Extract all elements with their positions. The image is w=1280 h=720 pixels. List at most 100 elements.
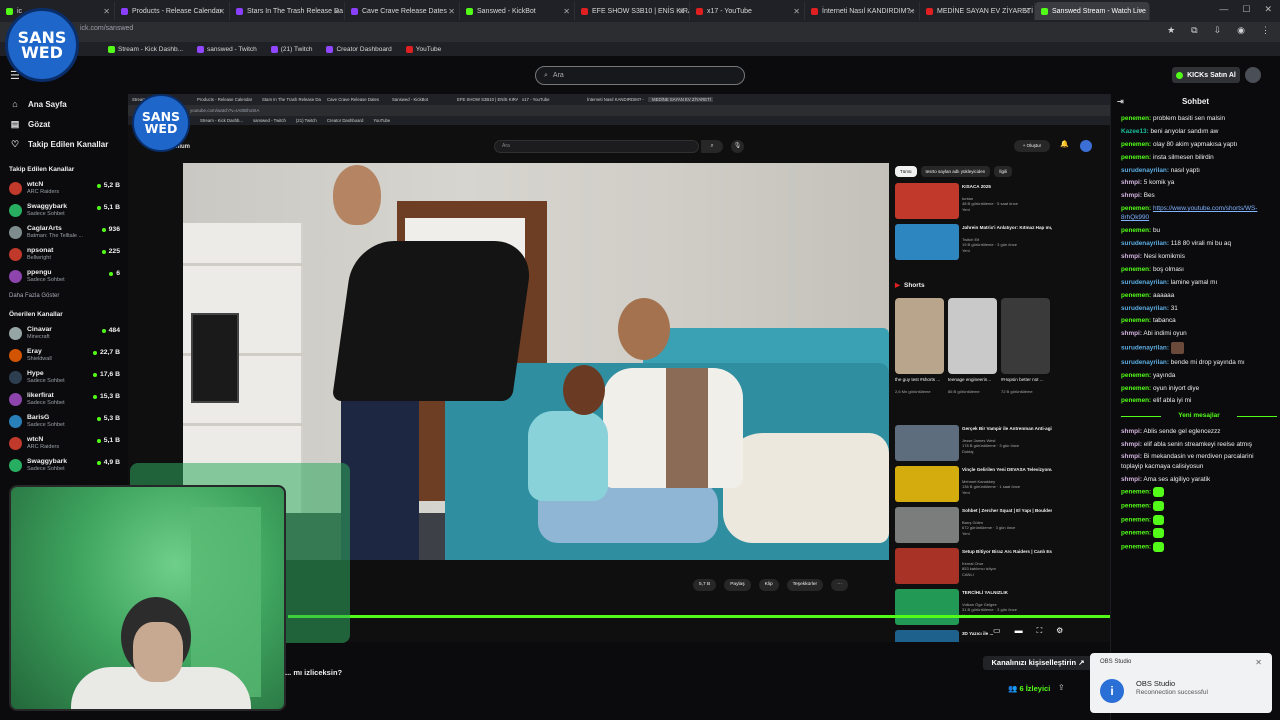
share-icon[interactable]: ⇪ bbox=[1058, 683, 1065, 692]
tab-close-icon[interactable]: ✕ bbox=[103, 7, 110, 16]
tab-close-icon[interactable]: ✕ bbox=[678, 7, 685, 16]
mini-player-icon[interactable]: ▭ bbox=[993, 626, 1001, 636]
star-icon[interactable]: ★ bbox=[1167, 25, 1175, 36]
chat-username[interactable]: penemen: bbox=[1121, 372, 1151, 379]
channel-text: Cinavar Minecraft bbox=[27, 326, 52, 340]
video-title: Setup Bitiyor Biraz Arc Raiders | Canlı … bbox=[962, 549, 1052, 554]
chat-username[interactable]: shmpi: bbox=[1121, 179, 1142, 186]
show-more-link[interactable]: Daha Fazla Göster bbox=[0, 287, 128, 305]
captured-bookmark: Creator Dashboard bbox=[326, 118, 364, 123]
chat-username[interactable]: surudenayrilan: bbox=[1121, 305, 1169, 312]
chat-username[interactable]: shmpi: bbox=[1121, 428, 1142, 435]
bookmark-item[interactable]: Creator Dashboard bbox=[326, 45, 392, 53]
channel-item[interactable]: Eray Shieldwall 22,7 B bbox=[0, 344, 128, 366]
chat-username[interactable]: surudenayrilan: bbox=[1121, 359, 1169, 366]
kicks-buy-button[interactable]: KICKs Satın Al bbox=[1172, 67, 1240, 83]
bookmark-item[interactable]: sanswed - Twitch bbox=[197, 45, 257, 53]
chat-username[interactable]: surudenayrilan: bbox=[1121, 240, 1169, 247]
chat-username[interactable]: shmpi: bbox=[1121, 253, 1142, 260]
bookmark-item[interactable]: YouTube bbox=[405, 45, 441, 53]
bookmark-item[interactable]: (21) Twitch bbox=[270, 45, 312, 53]
search-input[interactable]: ⌕ Ara bbox=[535, 66, 745, 85]
chat-username[interactable]: Kazee13: bbox=[1121, 128, 1149, 135]
menu-dots-icon[interactable]: ⋮ bbox=[1261, 25, 1270, 36]
video-thumbnail bbox=[895, 425, 959, 461]
tab-close-icon[interactable]: ✕ bbox=[1023, 7, 1030, 16]
chat-username[interactable]: surudenayrilan: bbox=[1121, 345, 1169, 352]
sidebar-item-home[interactable]: ⌂ Ana Sayfa bbox=[0, 94, 128, 114]
tab-close-icon[interactable]: ✕ bbox=[218, 7, 225, 16]
channel-item[interactable]: BarisG Sadece Sohbet 5,3 B bbox=[0, 410, 128, 432]
chat-username[interactable]: penemen: bbox=[1121, 292, 1151, 299]
browser-tab[interactable]: Sanswed Stream - Watch Live ✕ bbox=[1035, 2, 1150, 20]
chat-username[interactable]: penemen: bbox=[1121, 385, 1151, 392]
fullscreen-icon[interactable]: ⛶ bbox=[1037, 626, 1043, 636]
close-icon[interactable]: ✕ bbox=[1264, 4, 1272, 15]
collapse-chat-icon[interactable]: ⇥ bbox=[1117, 94, 1124, 110]
new-messages-divider[interactable]: Yeni mesajlar bbox=[1121, 412, 1277, 419]
chat-username[interactable]: shmpi: bbox=[1121, 453, 1142, 460]
url-text[interactable]: ick.com/sanswed bbox=[80, 25, 133, 32]
chat-username[interactable]: penemen: bbox=[1121, 115, 1151, 122]
channel-item[interactable]: likerfirat Sadece Sohbet 15,3 B bbox=[0, 388, 128, 410]
browser-tab[interactable]: Products - Release Calendar ✕ bbox=[115, 2, 230, 20]
chat-username[interactable]: penemen: bbox=[1121, 489, 1151, 496]
chat-username[interactable]: surudenayrilan: bbox=[1121, 167, 1169, 174]
user-avatar[interactable] bbox=[1245, 67, 1261, 83]
channel-item[interactable]: ppengu Sadece Sohbet 6 bbox=[0, 265, 128, 287]
download-icon[interactable]: ⇩ bbox=[1214, 25, 1222, 36]
channel-item[interactable]: CaglarArts Batman: The Telltale ... 936 bbox=[0, 221, 128, 243]
profile-icon[interactable]: ◉ bbox=[1237, 25, 1245, 36]
channel-item[interactable]: Swaggybark Sadece Sohbet 4,9 B bbox=[0, 454, 128, 476]
browser-tab[interactable]: EFE SHOW S3B10 | ENİS KIRA ✕ bbox=[575, 2, 690, 20]
settings-gear-icon[interactable]: ⚙ bbox=[1056, 626, 1063, 636]
chat-username[interactable]: penemen: bbox=[1121, 544, 1151, 551]
chat-username[interactable]: penemen: bbox=[1121, 154, 1151, 161]
address-bar[interactable]: ick.com/sanswed ★ ⧉ ⇩ ◉ ⋮ bbox=[0, 22, 1280, 42]
browser-tab[interactable]: Cave Crave Release Dates ✕ bbox=[345, 2, 460, 20]
sidebar-item-heart[interactable]: ♡ Takip Edilen Kanallar bbox=[0, 134, 128, 154]
chat-username[interactable]: penemen: bbox=[1121, 503, 1151, 510]
chat-username[interactable]: penemen: bbox=[1121, 397, 1151, 404]
chat-username[interactable]: penemen: bbox=[1121, 141, 1151, 148]
extensions-icon[interactable]: ⧉ bbox=[1191, 25, 1197, 36]
chat-username[interactable]: shmpi: bbox=[1121, 476, 1142, 483]
tab-close-icon[interactable]: ✕ bbox=[793, 7, 800, 16]
chat-username[interactable]: penemen: bbox=[1121, 516, 1151, 523]
chat-username[interactable]: penemen: bbox=[1121, 266, 1151, 273]
minimize-icon[interactable]: — bbox=[1219, 4, 1228, 15]
browser-tab[interactable]: MEDİNE SAYAN EV ZİYARETİ ✕ bbox=[920, 2, 1035, 20]
channel-item[interactable]: Hype Sadece Sohbet 17,6 B bbox=[0, 366, 128, 388]
sidebar-item-browse[interactable]: ▤ Gözat bbox=[0, 114, 128, 134]
chat-username[interactable]: shmpi: bbox=[1121, 330, 1142, 337]
chat-username[interactable]: penemen: bbox=[1121, 317, 1151, 324]
obs-notification[interactable]: OBS Studio ✕ i OBS Studio Reconnection s… bbox=[1090, 653, 1272, 713]
browser-tab[interactable]: x17 - YouTube ✕ bbox=[690, 2, 805, 20]
chat-username[interactable]: penemen: bbox=[1121, 205, 1151, 212]
channel-item[interactable]: wtcN ARC Raiders 5,2 B bbox=[0, 177, 128, 199]
theater-mode-icon[interactable]: ▬ bbox=[1015, 626, 1023, 636]
close-icon[interactable]: ✕ bbox=[1255, 658, 1262, 667]
maximize-icon[interactable]: ☐ bbox=[1242, 4, 1250, 15]
tab-close-icon[interactable]: ✕ bbox=[448, 7, 455, 16]
bookmark-item[interactable]: Stream - Kick Dashb... bbox=[108, 45, 183, 53]
channel-item[interactable]: Cinavar Minecraft 484 bbox=[0, 322, 128, 344]
browser-tab[interactable]: İnterneti Nasıl KANDIRDIM? - ✕ bbox=[805, 2, 920, 20]
chat-message: penemen: aaaaaa bbox=[1121, 291, 1277, 300]
chat-username[interactable]: penemen: bbox=[1121, 227, 1151, 234]
customize-channel-button[interactable]: Kanalınızı kişiselleştirin ↗ bbox=[983, 656, 1093, 670]
browser-tab[interactable]: Sanswed - KickBot ✕ bbox=[460, 2, 575, 20]
channel-item[interactable]: npsonat Bellwright 225 bbox=[0, 243, 128, 265]
chat-username[interactable]: penemen: bbox=[1121, 530, 1151, 537]
channel-item[interactable]: Swaggybark Sadece Sohbet 5,1 B bbox=[0, 199, 128, 221]
tab-close-icon[interactable]: ✕ bbox=[1138, 7, 1145, 16]
tab-close-icon[interactable]: ✕ bbox=[563, 7, 570, 16]
channel-item[interactable]: wtcN ARC Raiders 5,1 B bbox=[0, 432, 128, 454]
tab-close-icon[interactable]: ✕ bbox=[333, 7, 340, 16]
browser-tab[interactable]: Stars In The Trash Release Da ✕ bbox=[230, 2, 345, 20]
chat-username[interactable]: shmpi: bbox=[1121, 441, 1142, 448]
chat-message: penemen: bbox=[1121, 487, 1277, 498]
chat-username[interactable]: surudenayrilan: bbox=[1121, 279, 1169, 286]
tab-close-icon[interactable]: ✕ bbox=[908, 7, 915, 16]
chat-username[interactable]: shmpi: bbox=[1121, 192, 1142, 199]
